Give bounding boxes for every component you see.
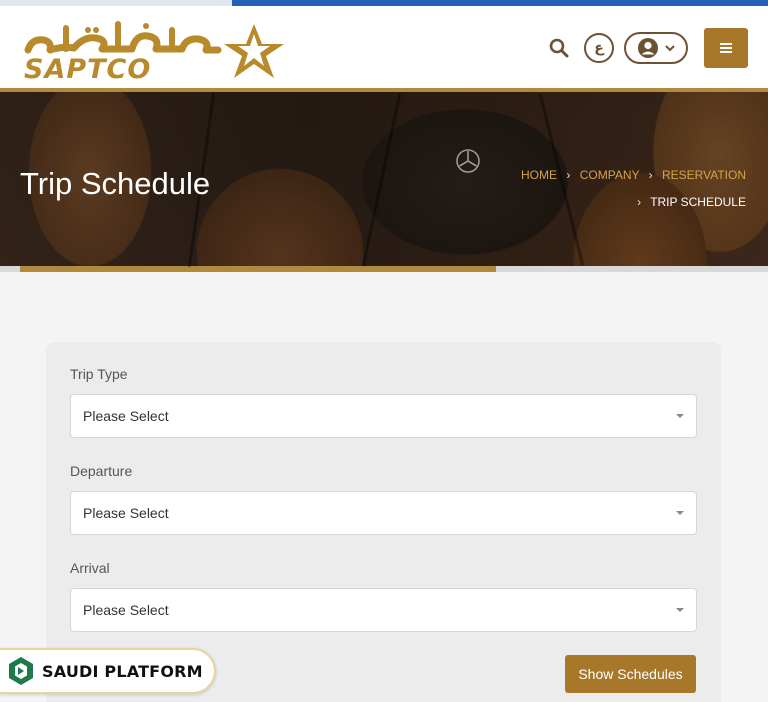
page-title: Trip Schedule	[20, 166, 211, 201]
hero-progress-fill	[20, 266, 496, 272]
user-account-button[interactable]	[624, 32, 688, 64]
header-actions: ع	[544, 28, 748, 68]
site-header: SAPTCO ع	[0, 6, 768, 88]
arrival-select[interactable]: Please Select	[70, 588, 697, 632]
breadcrumb-reservation[interactable]: RESERVATION	[662, 168, 746, 182]
saudi-platform-watermark: SAUDI PLATFORM	[0, 648, 216, 694]
chevron-right-icon: ›	[637, 195, 642, 209]
language-toggle-button[interactable]: ع	[584, 33, 614, 63]
breadcrumb-current: TRIP SCHEDULE	[650, 195, 746, 209]
trip-type-value: Please Select	[83, 408, 169, 424]
chevron-right-icon: ›	[566, 168, 571, 182]
breadcrumb-home[interactable]: HOME	[521, 168, 557, 182]
menu-button[interactable]	[704, 28, 748, 68]
departure-select[interactable]: Please Select	[70, 491, 697, 535]
caret-down-icon	[676, 511, 684, 515]
breadcrumb: HOME › COMPANY › RESERVATION › TRIP SCHE…	[521, 162, 746, 216]
search-button[interactable]	[544, 33, 574, 63]
trip-type-label: Trip Type	[70, 366, 128, 382]
chevron-down-icon	[665, 45, 675, 52]
saudi-platform-text: SAUDI PLATFORM	[42, 661, 203, 681]
seat-emblem-icon	[456, 149, 480, 173]
hero-banner: Trip Schedule HOME › COMPANY › RESERVATI…	[0, 92, 768, 268]
saptco-logo[interactable]: SAPTCO	[22, 16, 286, 85]
chevron-right-icon: ›	[648, 168, 653, 182]
caret-down-icon	[676, 414, 684, 418]
breadcrumb-company[interactable]: COMPANY	[580, 168, 640, 182]
menu-icon	[720, 43, 732, 53]
logo-latin-text: SAPTCO	[24, 54, 152, 85]
trip-type-select[interactable]: Please Select	[70, 394, 697, 438]
saudi-platform-logo-icon	[9, 657, 33, 685]
user-icon	[638, 38, 658, 58]
arrival-value: Please Select	[83, 602, 169, 618]
departure-label: Departure	[70, 463, 133, 479]
seat-seam	[361, 93, 402, 267]
search-icon	[549, 38, 569, 58]
arrival-label: Arrival	[70, 560, 110, 576]
show-schedules-button[interactable]: Show Schedules	[565, 655, 696, 693]
departure-value: Please Select	[83, 505, 169, 521]
caret-down-icon	[676, 608, 684, 612]
